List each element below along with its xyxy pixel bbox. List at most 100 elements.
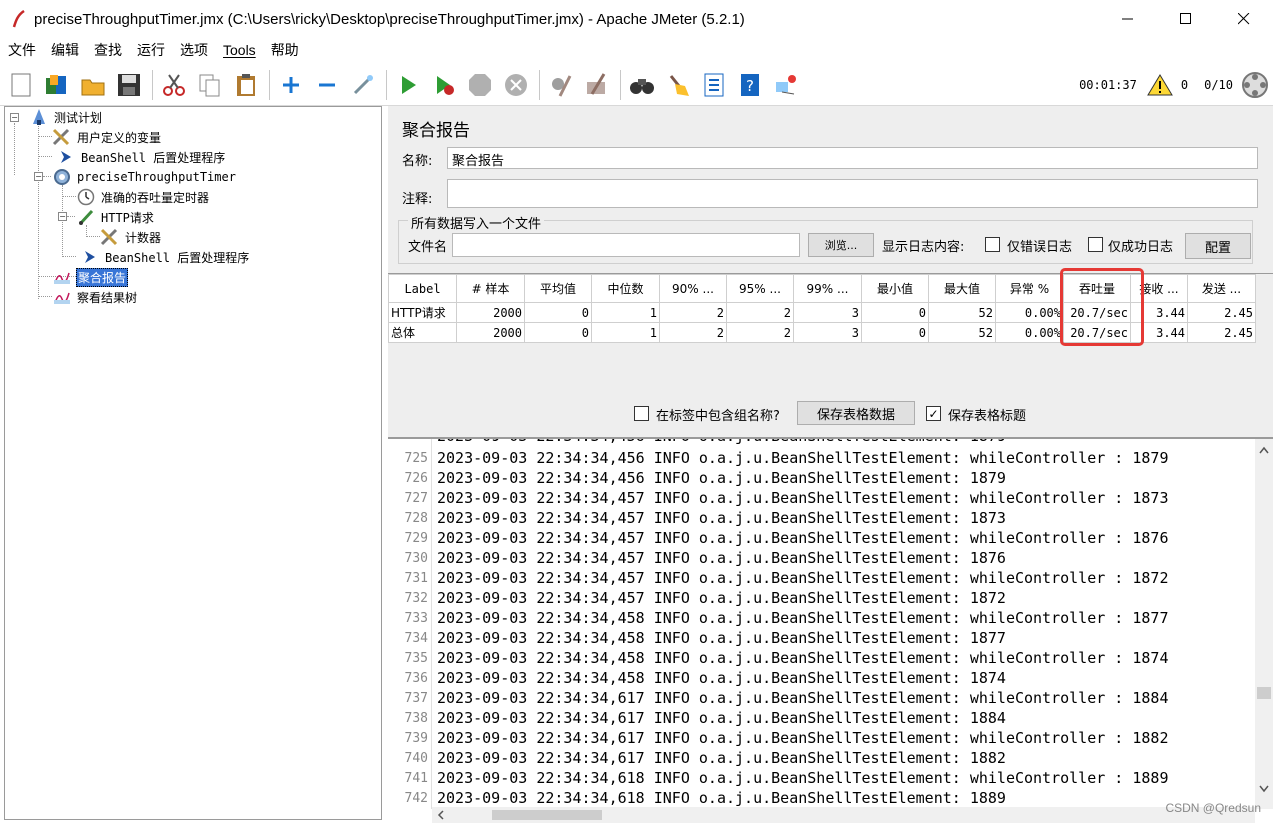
menu-tools[interactable]: Tools [223, 42, 264, 58]
menu-options[interactable]: 选项 [180, 40, 216, 60]
expand-toggle-test-plan[interactable]: − [10, 113, 19, 122]
maximize-button[interactable] [1157, 0, 1215, 38]
comment-field[interactable] [447, 179, 1258, 208]
new-button[interactable] [6, 70, 36, 100]
tree-node-user-variables[interactable]: 用户定义的变量 [52, 127, 162, 147]
configure-button[interactable]: 配置 [1185, 233, 1251, 259]
col-max[interactable]: 最大值 [928, 274, 996, 303]
log-line: 2023-09-03 22:34:34,617 INFO o.a.j.u.Bea… [437, 729, 1169, 747]
col-min[interactable]: 最小值 [861, 274, 929, 303]
save-disk-icon [118, 73, 140, 96]
tree-node-label: 察看结果树 [77, 290, 138, 305]
menu-help[interactable]: 帮助 [271, 40, 307, 60]
tree-node-counter[interactable]: 计数器 [100, 227, 162, 247]
scroll-up-icon[interactable] [1255, 443, 1273, 457]
expand-all-button[interactable] [276, 70, 306, 100]
cell-label: HTTP请求 [388, 302, 457, 323]
expand-toggle-http-request[interactable]: − [58, 212, 67, 221]
help-button[interactable]: ? [735, 70, 765, 100]
tree-node-aggregate-report[interactable]: 聚合报告 [52, 267, 129, 287]
cell-90-line: 2 [659, 302, 727, 323]
remote-network-icon [776, 74, 796, 94]
cell-99-line: 3 [793, 322, 862, 343]
menu-search[interactable]: 查找 [94, 40, 130, 60]
col-90-line[interactable]: 90% ... [659, 274, 727, 303]
collapse-all-button[interactable] [312, 70, 342, 100]
cell-99-line: 3 [793, 302, 862, 323]
open-button[interactable] [78, 70, 108, 100]
log-horizontal-thumb[interactable] [492, 810, 602, 820]
include-group-checkbox[interactable] [634, 406, 649, 421]
paste-button[interactable] [231, 70, 261, 100]
warning-icon[interactable] [1146, 73, 1173, 97]
scroll-left-icon[interactable] [434, 807, 448, 823]
tree-node-precise-timer[interactable]: 准确的吞吐量定时器 [76, 187, 210, 207]
log-line-number: 742 [404, 791, 428, 806]
file-name-field[interactable] [452, 233, 800, 257]
success-only-checkbox[interactable] [1088, 237, 1103, 252]
toolbar: ? 00:01:37 0 0/10 [0, 64, 1273, 106]
col-error-pct[interactable]: 异常 % [995, 274, 1064, 303]
remote-button[interactable] [771, 70, 801, 100]
start-button[interactable] [393, 70, 423, 100]
log-line-number: 735 [404, 651, 428, 666]
save-button[interactable] [114, 70, 144, 100]
log-line: 2023-09-03 22:34:34,457 INFO o.a.j.u.Bea… [437, 589, 1006, 607]
col-median[interactable]: 中位数 [591, 274, 660, 303]
stop-button[interactable] [465, 70, 495, 100]
errors-only-checkbox[interactable] [985, 237, 1000, 252]
log-line: 2023-09-03 22:34:34,458 INFO o.a.j.u.Bea… [437, 669, 1006, 687]
col-label[interactable]: Label [388, 274, 457, 303]
tree-node-test-plan[interactable]: 测试计划 [29, 107, 103, 127]
log-viewer[interactable]: 2023-09-03 22:34:34,456 INFO o.a.j.u.Bea… [388, 438, 1273, 823]
cell-min: 0 [861, 322, 929, 343]
log-vertical-thumb[interactable] [1257, 687, 1271, 699]
search-button[interactable] [627, 70, 657, 100]
clear-button[interactable] [546, 70, 576, 100]
menu-bar: 文件 编辑 查找 运行 选项 Tools 帮助 [0, 38, 1273, 62]
tree-node-http-request[interactable]: HTTP请求 [76, 207, 155, 227]
clear-all-button[interactable] [582, 70, 612, 100]
tree-node-thread-group[interactable]: preciseThroughputTimer [52, 167, 237, 187]
scissors-icon [163, 73, 185, 96]
close-button[interactable] [1215, 0, 1273, 38]
log-horizontal-scrollbar[interactable] [432, 807, 1255, 823]
copy-button[interactable] [195, 70, 225, 100]
watermark: CSDN @Qredsun [1165, 801, 1261, 815]
col-samples[interactable]: # 样本 [456, 274, 525, 303]
cell-max: 52 [928, 322, 996, 343]
log-line-number: 732 [404, 591, 428, 606]
shutdown-button[interactable] [501, 70, 531, 100]
menu-file[interactable]: 文件 [8, 40, 44, 60]
scroll-down-icon[interactable] [1255, 782, 1273, 796]
name-field[interactable]: 聚合报告 [447, 147, 1258, 169]
col-95-line[interactable]: 95% ... [726, 274, 794, 303]
minimize-button[interactable] [1099, 0, 1157, 38]
tree-node-beanshell-post-2[interactable]: BeanShell 后置处理程序 [80, 247, 250, 267]
copy-icon [199, 74, 220, 96]
toggle-button[interactable] [348, 70, 378, 100]
menu-edit[interactable]: 编辑 [51, 40, 87, 60]
post-processor-arrow-icon [80, 248, 100, 266]
cut-button[interactable] [159, 70, 189, 100]
broom-icon [669, 74, 689, 96]
col-average[interactable]: 平均值 [524, 274, 592, 303]
tree-node-label: 准确的吞吐量定时器 [101, 190, 210, 205]
save-header-checkbox[interactable]: ✓ [926, 406, 941, 421]
log-line-number: 741 [404, 771, 428, 786]
templates-button[interactable] [42, 70, 72, 100]
reset-search-button[interactable] [663, 70, 693, 100]
save-table-button[interactable]: 保存表格数据 [797, 401, 915, 425]
listener-chart-icon [52, 288, 72, 306]
expand-toggle-thread-group[interactable]: − [34, 172, 43, 181]
function-helper-button[interactable] [699, 70, 729, 100]
timer-clock-icon [76, 188, 96, 206]
tree-node-beanshell-post-1[interactable]: BeanShell 后置处理程序 [56, 147, 226, 167]
browse-button[interactable]: 浏览... [808, 233, 874, 257]
start-no-pauses-button[interactable] [429, 70, 459, 100]
col-sent[interactable]: 发送 ... [1187, 274, 1256, 303]
tree-node-view-results-tree[interactable]: 察看结果树 [52, 287, 138, 307]
menu-run[interactable]: 运行 [137, 40, 173, 60]
col-99-line[interactable]: 99% ... [793, 274, 862, 303]
log-vertical-scrollbar[interactable] [1255, 439, 1273, 809]
